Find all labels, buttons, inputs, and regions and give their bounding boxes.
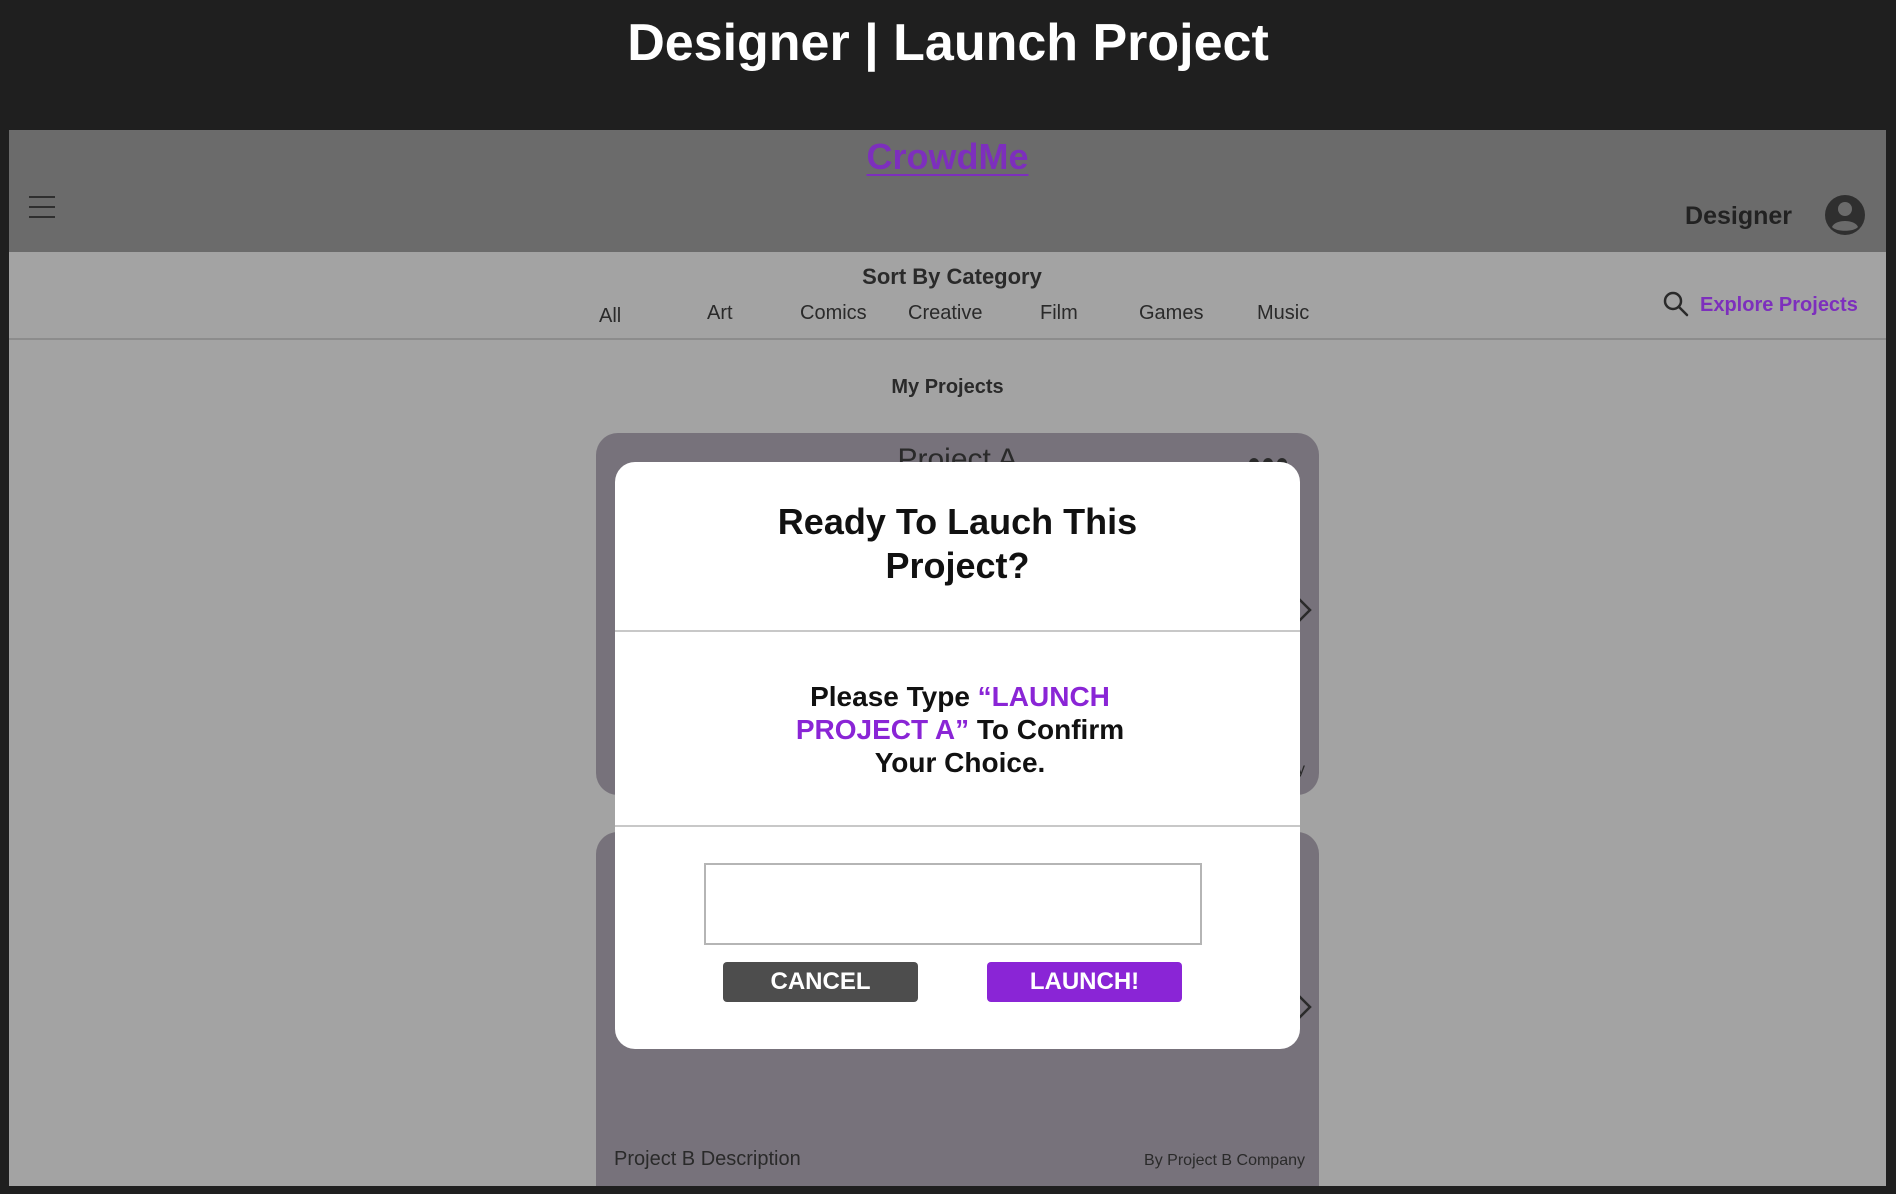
dialog-title-line2: Project? [885, 545, 1030, 586]
category-creative[interactable]: Creative [908, 302, 982, 325]
confirm-text-input[interactable] [704, 863, 1202, 945]
launch-confirm-dialog: Ready To Lauch This Project? Please Type… [615, 462, 1300, 1049]
brand-logo[interactable]: CrowdMe [9, 136, 1886, 178]
category-games[interactable]: Games [1139, 302, 1203, 325]
hamburger-menu-icon[interactable] [29, 196, 55, 220]
category-all[interactable]: All [599, 305, 621, 328]
divider [615, 630, 1300, 632]
cancel-button[interactable]: CANCEL [723, 962, 918, 1002]
search-icon[interactable] [1662, 290, 1690, 318]
explore-projects-link[interactable]: Explore Projects [1700, 294, 1858, 317]
dialog-title: Ready To Lauch This Project? [615, 500, 1300, 588]
category-comics[interactable]: Comics [800, 302, 867, 325]
top-navbar: CrowdMe Designer [9, 130, 1886, 252]
dialog-message: Please Type “LAUNCH PROJECT A” To Confir… [775, 680, 1145, 779]
category-bar: Sort By Category All Art Comics Creative… [9, 252, 1886, 340]
category-music[interactable]: Music [1257, 302, 1309, 325]
sort-by-category-label: Sort By Category [862, 264, 1042, 289]
category-film[interactable]: Film [1040, 302, 1078, 325]
category-art[interactable]: Art [707, 302, 733, 325]
divider [615, 825, 1300, 827]
project-company: By Project B Company [1144, 1152, 1305, 1169]
message-prefix: Please Type [810, 681, 978, 712]
page-title: Designer | Launch Project [627, 14, 1269, 72]
dialog-title-line1: Ready To Lauch This [777, 501, 1138, 542]
my-projects-heading: My Projects [891, 376, 1004, 398]
launch-button[interactable]: LAUNCH! [987, 962, 1182, 1002]
user-role-label: Designer [1685, 202, 1792, 230]
account-circle-icon[interactable] [1824, 194, 1866, 236]
project-description: Project B Description [614, 1148, 801, 1170]
